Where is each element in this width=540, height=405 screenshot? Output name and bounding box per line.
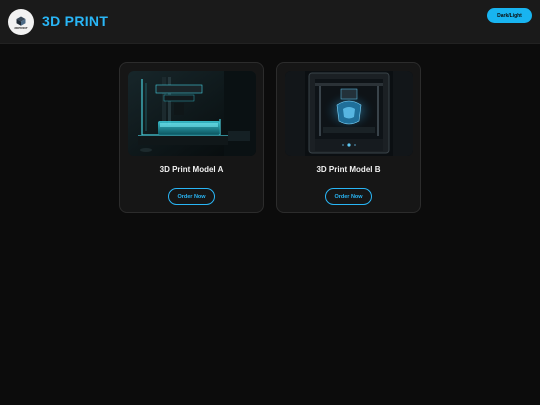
fdm-printer-illustration (285, 71, 413, 156)
order-now-button[interactable]: Order Now (168, 188, 215, 205)
product-title: 3D Print Model A (159, 165, 224, 174)
resin-printer-image (128, 71, 256, 156)
brand-title[interactable]: 3D PRINT (42, 13, 108, 29)
theme-toggle-button[interactable]: Dark/Light (487, 8, 532, 23)
resin-printer-illustration (128, 71, 256, 156)
order-now-button[interactable]: Order Now (325, 188, 372, 205)
product-card: 3D Print Model B Order Now (276, 62, 421, 213)
logo[interactable]: 3DPRINT (8, 9, 34, 35)
cube-icon (16, 16, 26, 26)
site-header: 3DPRINT 3D PRINT Dark/Light (0, 0, 540, 44)
fdm-printer-image (285, 71, 413, 156)
logo-text: 3DPRINT (14, 26, 28, 30)
product-card: 3D Print Model A Order Now (119, 62, 264, 213)
product-title: 3D Print Model B (316, 165, 381, 174)
